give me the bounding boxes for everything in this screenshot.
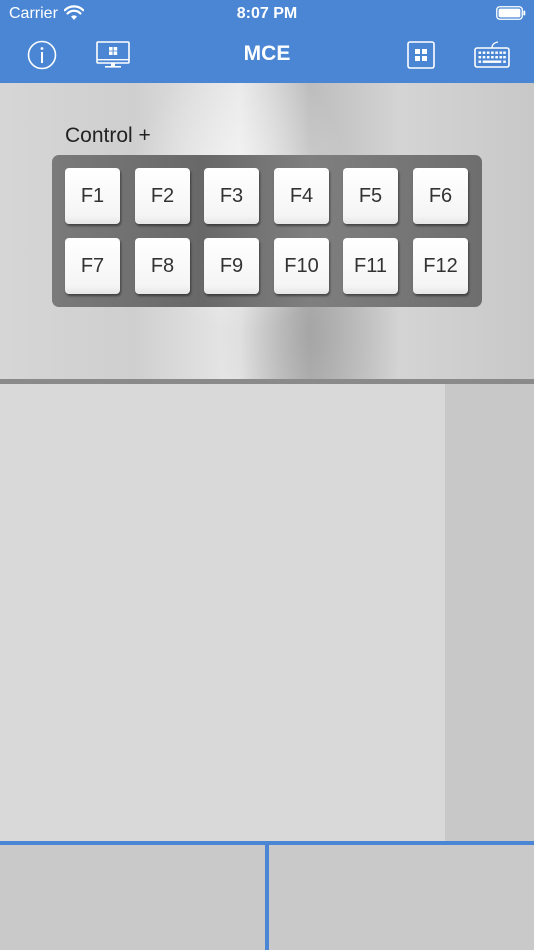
trackpad-area[interactable]	[0, 384, 445, 841]
apps-grid-button[interactable]	[406, 38, 436, 72]
keyboard-icon	[474, 41, 510, 68]
f6-key[interactable]: F6	[413, 168, 468, 224]
battery-icon	[496, 6, 526, 20]
f5-key[interactable]: F5	[343, 168, 398, 224]
function-key-grid: F1 F2 F3 F4 F5 F6 F7 F8 F9 F10 F11 F12	[52, 155, 482, 307]
f2-key[interactable]: F2	[135, 168, 190, 224]
keyboard-button[interactable]	[474, 38, 510, 72]
info-icon	[27, 40, 57, 70]
f4-key[interactable]: F4	[274, 168, 329, 224]
control-key-panel: Control + F1 F2 F3 F4 F5 F6 F7 F8 F9 F10…	[0, 83, 534, 380]
monitor-icon	[96, 41, 130, 68]
right-click-button[interactable]	[269, 845, 534, 950]
status-time: 8:07 PM	[236, 5, 298, 22]
status-bar: Carrier 8:07 PM	[0, 0, 534, 28]
monitor-button[interactable]	[96, 38, 130, 72]
control-modifier-label: Control +	[65, 124, 151, 147]
app-header: Carrier 8:07 PM MCE	[0, 0, 534, 83]
f9-key[interactable]: F9	[204, 238, 259, 294]
page-title: MCE	[243, 42, 291, 65]
left-click-button[interactable]	[0, 845, 265, 950]
f3-key[interactable]: F3	[204, 168, 259, 224]
info-button[interactable]	[26, 38, 58, 72]
f12-key[interactable]: F12	[413, 238, 468, 294]
f7-key[interactable]: F7	[65, 238, 120, 294]
f1-key[interactable]: F1	[65, 168, 120, 224]
grid-icon	[407, 41, 435, 69]
f10-key[interactable]: F10	[274, 238, 329, 294]
f8-key[interactable]: F8	[135, 238, 190, 294]
f11-key[interactable]: F11	[343, 238, 398, 294]
scroll-strip[interactable]	[445, 384, 534, 841]
